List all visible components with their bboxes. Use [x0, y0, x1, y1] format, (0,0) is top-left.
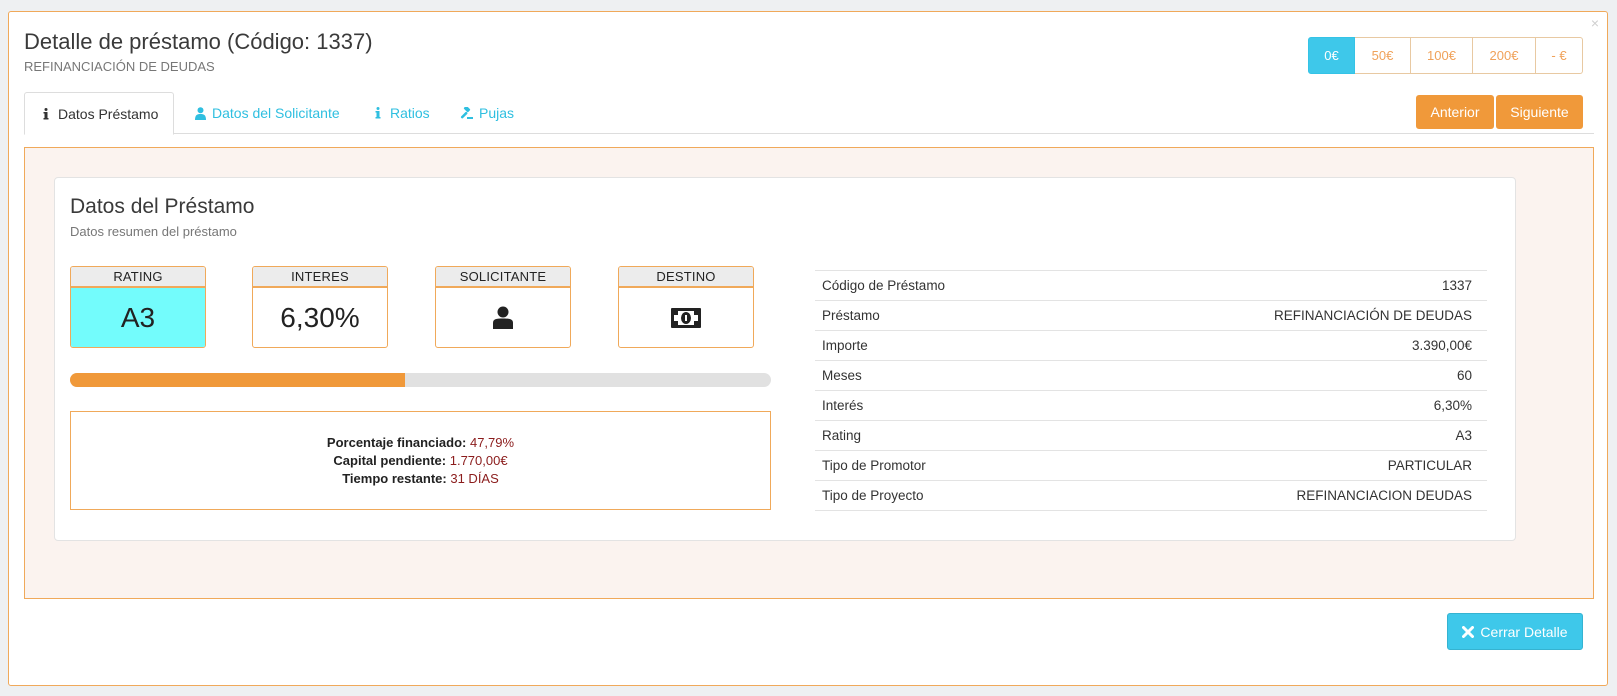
tab-label: Datos Préstamo — [58, 105, 159, 122]
loan-details-table: Código de Préstamo 1337 Préstamo REFINANCI… — [815, 270, 1487, 511]
tab-pujas[interactable]: Pujas — [459, 92, 514, 134]
user-icon — [493, 306, 513, 329]
tab-datos-solicitante[interactable]: Datos del Solicitante — [195, 92, 340, 134]
applicant-icon-area — [436, 288, 570, 347]
table-row: Tipo de Promotor PARTICULAR — [815, 451, 1487, 481]
tab-label: Ratios — [390, 105, 430, 121]
table-row: Código de Préstamo 1337 — [815, 271, 1487, 301]
close-icon — [1462, 625, 1475, 638]
funding-progress-fill — [70, 373, 405, 387]
loan-summary-card: Datos del Préstamo Datos resumen del pré… — [54, 177, 1516, 541]
tab-content-panel: Datos del Préstamo Datos resumen del pré… — [24, 147, 1594, 599]
user-icon — [195, 106, 206, 120]
card-title: Datos del Préstamo — [70, 195, 255, 218]
table-row: Rating A3 — [815, 421, 1487, 451]
amount-button-100[interactable]: 100€ — [1411, 37, 1473, 74]
next-button[interactable]: Siguiente — [1496, 95, 1583, 129]
modal-close-icon[interactable]: × — [1591, 16, 1599, 30]
tab-bar: Datos Préstamo Datos del Solicitante Rat… — [24, 92, 1594, 135]
modal-title: Detalle de préstamo (Código: 1337) — [24, 29, 373, 54]
amount-button-50[interactable]: 50€ — [1355, 37, 1411, 74]
tab-datos-prestamo[interactable]: Datos Préstamo — [24, 92, 175, 135]
money-icon — [671, 307, 701, 328]
stat-pending-capital: Capital pendiente: 1.770,00€ — [333, 453, 508, 468]
destination-box-header: DESTINO — [619, 267, 753, 288]
loan-navigation: Anterior Siguiente — [1416, 95, 1583, 129]
applicant-box-header: SOLICITANTE — [436, 267, 570, 288]
interest-box: INTERES 6,30% — [252, 266, 388, 348]
modal-subtitle: REFINANCIACIÓN DE DEUDAS — [24, 59, 215, 74]
close-detail-button[interactable]: Cerrar Detalle — [1447, 613, 1583, 650]
table-row: Importe 3.390,00€ — [815, 331, 1487, 361]
table-row: Meses 60 — [815, 361, 1487, 391]
gavel-icon — [459, 106, 473, 120]
amount-button-custom[interactable]: - € — [1536, 37, 1583, 74]
applicant-box: SOLICITANTE — [435, 266, 571, 348]
funding-progress-bar — [70, 373, 771, 387]
stat-remaining-time: Tiempo restante: 31 DÍAS — [342, 471, 499, 486]
interest-box-header: INTERES — [253, 267, 387, 288]
rating-box-header: RATING — [71, 267, 205, 288]
table-row: Tipo de Proyecto REFINANCIACION DEUDAS — [815, 481, 1487, 511]
tab-ratios[interactable]: Ratios — [372, 92, 430, 134]
destination-icon-area — [619, 288, 753, 347]
card-subtitle: Datos resumen del préstamo — [70, 224, 237, 239]
destination-box: DESTINO — [618, 266, 754, 348]
info-icon — [40, 107, 52, 121]
funding-stats: Porcentaje financiado: 47,79% Capital pe… — [70, 411, 771, 510]
table-row: Interés 6,30% — [815, 391, 1487, 421]
amount-button-0[interactable]: 0€ — [1308, 37, 1355, 74]
tab-label: Datos del Solicitante — [212, 105, 340, 121]
previous-button[interactable]: Anterior — [1416, 95, 1494, 129]
info-icon — [372, 106, 384, 120]
loan-detail-modal: × Detalle de préstamo (Código: 1337) REF… — [8, 11, 1608, 686]
amount-selector: 0€ 50€ 100€ 200€ - € — [1308, 37, 1583, 74]
stat-financed-percent: Porcentaje financiado: 47,79% — [326, 435, 515, 450]
rating-value: A3 — [71, 288, 205, 347]
amount-button-200[interactable]: 200€ — [1473, 37, 1536, 74]
rating-box: RATING A3 — [70, 266, 206, 348]
table-row: Préstamo REFINANCIACIÓN DE DEUDAS — [815, 301, 1487, 331]
tab-label: Pujas — [479, 105, 515, 121]
interest-value: 6,30% — [280, 301, 360, 333]
